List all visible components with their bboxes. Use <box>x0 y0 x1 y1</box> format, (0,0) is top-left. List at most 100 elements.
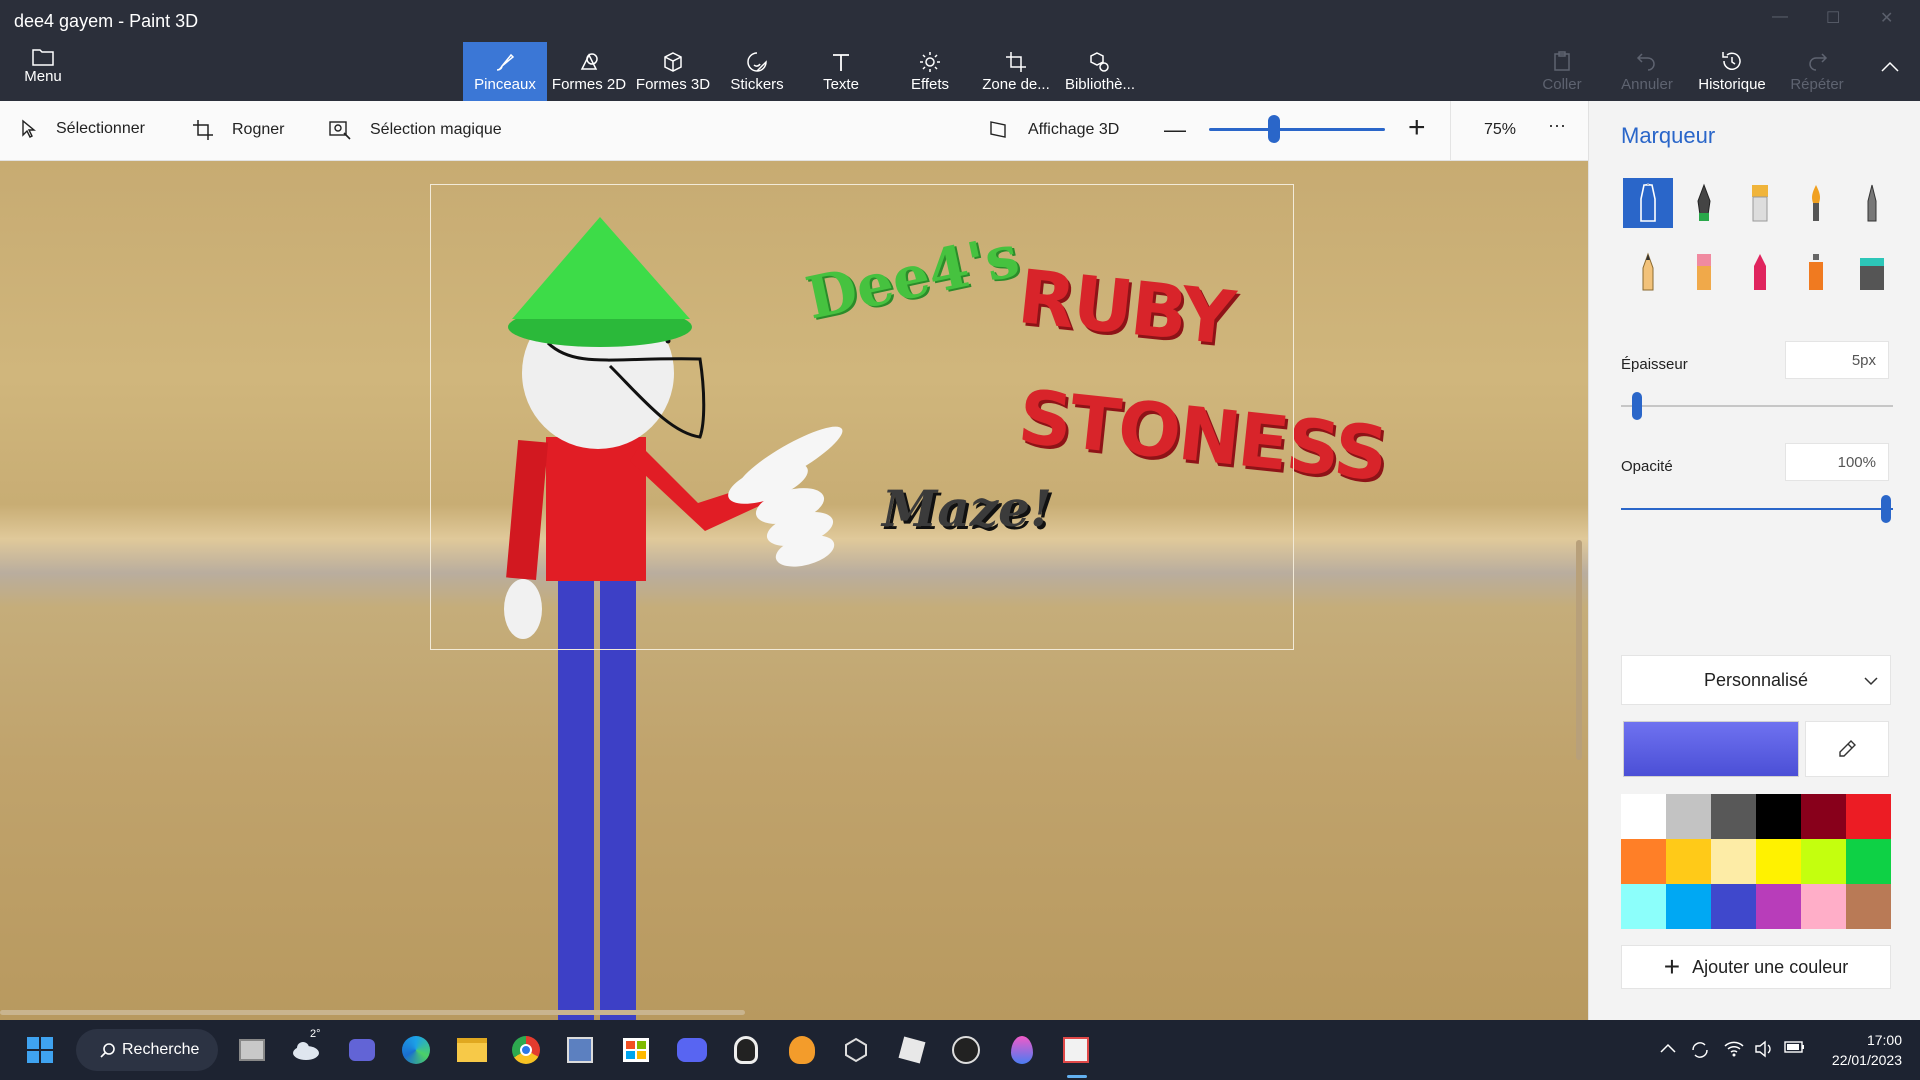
calligraphy-pen-button[interactable] <box>1679 178 1729 228</box>
palette-swatch[interactable] <box>1801 794 1846 839</box>
palette-swatch[interactable] <box>1621 839 1666 884</box>
maximize-icon[interactable]: ☐ <box>1826 8 1840 28</box>
watercolor-button[interactable] <box>1791 178 1841 228</box>
palette-swatch[interactable] <box>1801 839 1846 884</box>
tool-formes-2d[interactable]: Formes 2D <box>547 42 631 101</box>
select-button[interactable]: Sélectionner <box>20 119 145 139</box>
chevron-up-icon <box>1660 1043 1676 1053</box>
view-3d-button[interactable]: Affichage 3D <box>988 119 1119 141</box>
paint-3d-icon[interactable] <box>1058 1032 1094 1068</box>
start-button[interactable] <box>22 1032 58 1068</box>
selection-box[interactable] <box>430 184 1294 650</box>
roblox-icon[interactable] <box>894 1032 930 1068</box>
tool-zone[interactable]: Zone de... <box>974 42 1058 101</box>
paste-button[interactable]: Coller <box>1520 46 1604 93</box>
preset-dropdown[interactable]: Personnalisé <box>1621 655 1891 705</box>
wifi-icon[interactable] <box>1724 1040 1744 1063</box>
edge-icon[interactable] <box>398 1032 434 1068</box>
thickness-slider-track[interactable] <box>1621 405 1893 407</box>
tool-effets[interactable]: Effets <box>888 42 972 101</box>
fill-bucket-button[interactable] <box>1847 247 1897 297</box>
store-icon[interactable] <box>618 1032 654 1068</box>
palette-swatch[interactable] <box>1801 884 1846 929</box>
palette-swatch[interactable] <box>1711 884 1756 929</box>
search-label: Recherche <box>122 1041 200 1058</box>
spray-can-icon <box>1809 254 1823 290</box>
droplet-app-icon[interactable] <box>1004 1032 1040 1068</box>
task-view-icon[interactable] <box>234 1032 270 1068</box>
history-button[interactable]: Historique <box>1690 46 1774 93</box>
palette-swatch[interactable] <box>1846 884 1891 929</box>
file-explorer-icon[interactable] <box>454 1032 490 1068</box>
zoom-in-button[interactable]: + <box>1408 111 1426 145</box>
crop-button[interactable]: Rogner <box>192 119 284 141</box>
crayon-button[interactable] <box>1735 247 1785 297</box>
taskbar-search[interactable]: Recherche <box>76 1029 218 1071</box>
palette-swatch[interactable] <box>1756 839 1801 884</box>
taskbar-clock[interactable]: 17:00 22/01/2023 <box>1822 1030 1902 1070</box>
weather-widget[interactable]: 2° <box>288 1028 324 1068</box>
tool-label: Texte <box>823 76 859 93</box>
eyedropper-button[interactable] <box>1805 721 1889 777</box>
zoom-level[interactable]: 75% <box>1484 121 1516 139</box>
unity-icon[interactable] <box>838 1032 874 1068</box>
menu-button[interactable]: Menu <box>14 44 72 94</box>
tool-label: Stickers <box>730 76 784 93</box>
tool-pinceaux[interactable]: Pinceaux <box>463 42 547 101</box>
zoom-slider-thumb[interactable] <box>1268 115 1280 143</box>
thickness-slider-thumb[interactable] <box>1632 392 1643 420</box>
tool-stickers[interactable]: Stickers <box>715 42 799 101</box>
teams-icon[interactable] <box>344 1032 380 1068</box>
obs-icon[interactable] <box>948 1032 984 1068</box>
opacity-slider-track[interactable] <box>1621 508 1893 510</box>
canvas-area[interactable]: Dee4's RUBY STONESS Maze! <box>0 161 1588 1020</box>
marker-brush-button[interactable] <box>1623 178 1673 228</box>
oil-brush-button[interactable] <box>1735 178 1785 228</box>
palette-swatch[interactable] <box>1846 839 1891 884</box>
close-icon[interactable]: ✕ <box>1880 8 1893 28</box>
redo-button[interactable]: Répéter <box>1775 46 1859 93</box>
discord-icon[interactable] <box>674 1032 710 1068</box>
palette-swatch[interactable] <box>1711 839 1756 884</box>
sync-icon[interactable] <box>1690 1040 1710 1065</box>
palette-swatch[interactable] <box>1711 794 1756 839</box>
tool-bibliotheque[interactable]: Bibliothè... <box>1058 42 1142 101</box>
magic-select-button[interactable]: Sélection magique <box>328 119 502 141</box>
pixel-pen-button[interactable] <box>1847 178 1897 228</box>
fl-studio-icon[interactable] <box>784 1032 820 1068</box>
palette-swatch[interactable] <box>1621 794 1666 839</box>
opacity-input[interactable]: 100% <box>1785 443 1889 481</box>
show-hidden-icons[interactable] <box>1660 1040 1676 1056</box>
zoom-slider-track[interactable] <box>1209 128 1385 131</box>
redo-icon <box>1809 53 1828 71</box>
tool-texte[interactable]: Texte <box>799 42 883 101</box>
thickness-input[interactable]: 5px <box>1785 341 1889 379</box>
collapse-ribbon-icon[interactable] <box>1880 60 1900 78</box>
chrome-icon[interactable] <box>508 1032 544 1068</box>
current-color-swatch[interactable] <box>1623 721 1799 777</box>
undo-button[interactable]: Annuler <box>1605 46 1689 93</box>
eraser-button[interactable] <box>1679 247 1729 297</box>
palette-swatch[interactable] <box>1666 794 1711 839</box>
zoom-out-button[interactable]: — <box>1164 117 1186 143</box>
palette-swatch[interactable] <box>1756 884 1801 929</box>
palette-swatch[interactable] <box>1666 884 1711 929</box>
vertical-scrollbar[interactable] <box>1576 540 1582 760</box>
palette-swatch[interactable] <box>1621 884 1666 929</box>
opacity-slider-thumb[interactable] <box>1881 495 1891 523</box>
horizontal-scrollbar[interactable] <box>0 1010 745 1015</box>
more-options-button[interactable]: ··· <box>1548 115 1566 136</box>
pencil-button[interactable] <box>1623 247 1673 297</box>
battery-icon[interactable] <box>1784 1040 1806 1059</box>
cursor-icon <box>22 119 36 138</box>
volume-icon[interactable] <box>1754 1040 1774 1063</box>
tool-formes-3d[interactable]: Formes 3D <box>631 42 715 101</box>
penguin-app-icon[interactable] <box>728 1032 764 1068</box>
add-color-button[interactable]: + Ajouter une couleur <box>1621 945 1891 989</box>
minimize-icon[interactable]: — <box>1772 8 1788 26</box>
paint-app-icon[interactable] <box>562 1032 598 1068</box>
palette-swatch[interactable] <box>1756 794 1801 839</box>
palette-swatch[interactable] <box>1846 794 1891 839</box>
spray-can-button[interactable] <box>1791 247 1841 297</box>
palette-swatch[interactable] <box>1666 839 1711 884</box>
